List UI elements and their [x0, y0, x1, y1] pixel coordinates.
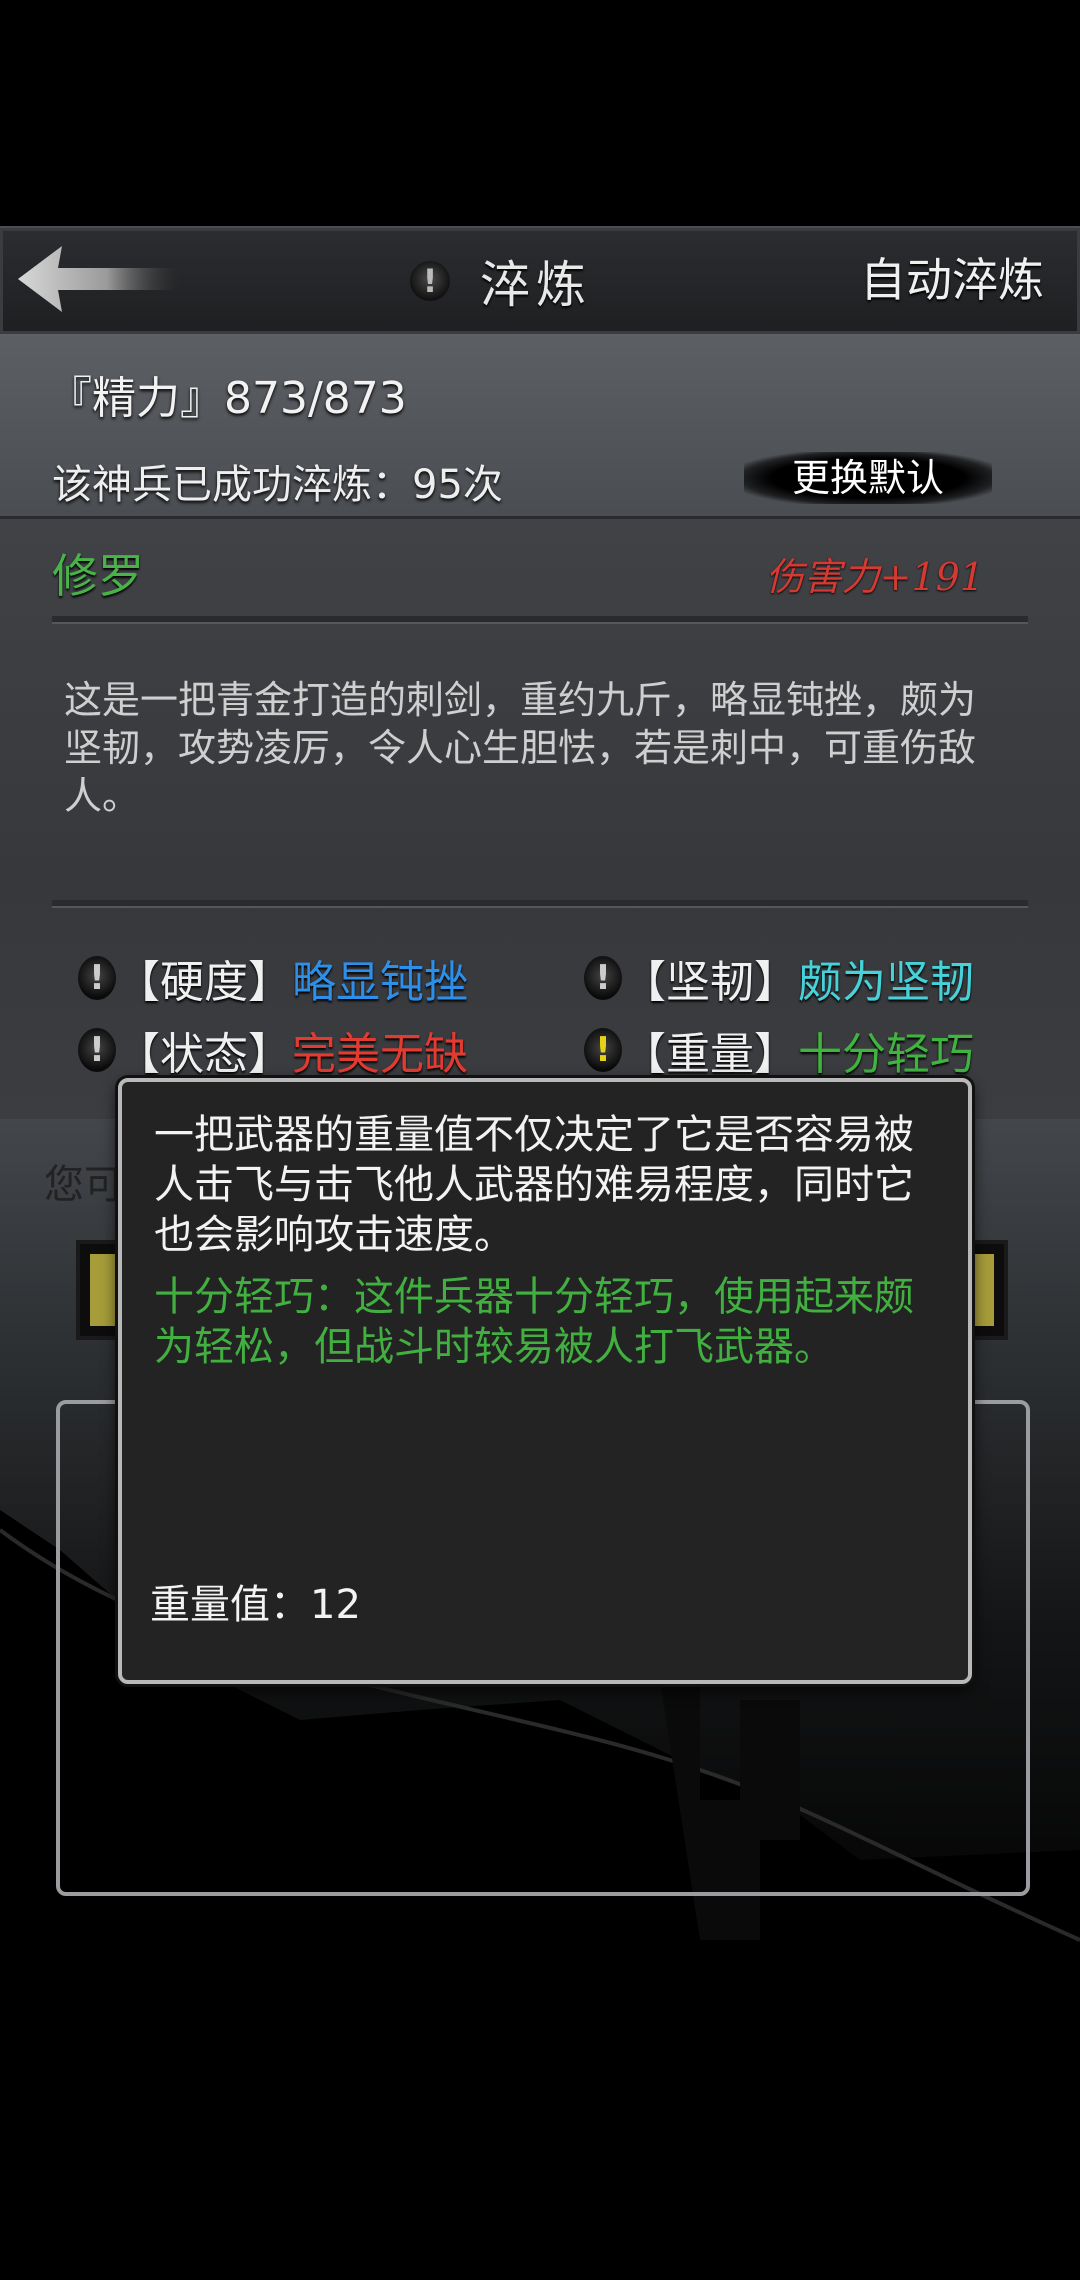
attribute-weight[interactable]: ! 【重量】 十分轻巧: [584, 1018, 974, 1082]
title-group: ! 淬炼: [410, 246, 592, 316]
weapon-description: 这是一把青金打造的刺剑，重约九斤，略显钝挫，颇为坚韧，攻势凌厉，令人心生胆怯，若…: [64, 678, 977, 818]
refine-count-text: 该神兵已成功淬炼：95次: [52, 462, 503, 508]
attribute-value: 完美无缺: [292, 1029, 468, 1080]
attribute-key: 【重量】: [622, 1029, 798, 1080]
stamina-text: 『精力』873/873: [48, 373, 407, 424]
hint-text: 您可: [44, 1162, 124, 1208]
exclamation-icon[interactable]: !: [410, 261, 450, 301]
change-default-button[interactable]: 更换默认: [744, 452, 992, 504]
divider: [52, 616, 1028, 624]
tooltip-description: 一把武器的重量值不仅决定了它是否容易被人击飞与击飞他人武器的难易程度，同时它也会…: [154, 1112, 914, 1258]
back-arrow-icon: [18, 246, 180, 312]
exclamation-icon[interactable]: !: [584, 956, 622, 1000]
attribute-key: 【状态】: [116, 1029, 292, 1080]
weapon-name: 修罗: [52, 549, 144, 603]
attribute-value: 略显钝挫: [292, 957, 468, 1008]
attribute-condition[interactable]: ! 【状态】 完美无缺: [78, 1018, 468, 1082]
tooltip-detail: 十分轻巧：这件兵器十分轻巧，使用起来颇为轻松，但战斗时较易被人打飞武器。: [154, 1274, 914, 1370]
page-title: 淬炼: [480, 256, 592, 314]
weight-label: 重量值：: [150, 1582, 310, 1628]
attribute-key: 【坚韧】: [622, 957, 798, 1008]
attribute-value: 十分轻巧: [798, 1029, 974, 1080]
auto-refine-button[interactable]: 自动淬炼: [860, 248, 1044, 312]
exclamation-icon[interactable]: !: [78, 1028, 116, 1072]
attribute-hardness[interactable]: ! 【硬度】 略显钝挫: [78, 946, 468, 1010]
attribute-toughness[interactable]: ! 【坚韧】 颇为坚韧: [584, 946, 974, 1010]
weight-number: 12: [310, 1582, 361, 1628]
tooltip-weight-value: 重量值：12: [150, 1572, 361, 1630]
attribute-value: 颇为坚韧: [798, 957, 974, 1008]
exclamation-icon[interactable]: !: [584, 1028, 622, 1072]
back-button[interactable]: [14, 240, 184, 318]
exclamation-icon[interactable]: !: [78, 956, 116, 1000]
divider: [52, 900, 1028, 908]
attribute-key: 【硬度】: [116, 957, 292, 1008]
damage-stat: 伤害力+191: [765, 555, 984, 599]
